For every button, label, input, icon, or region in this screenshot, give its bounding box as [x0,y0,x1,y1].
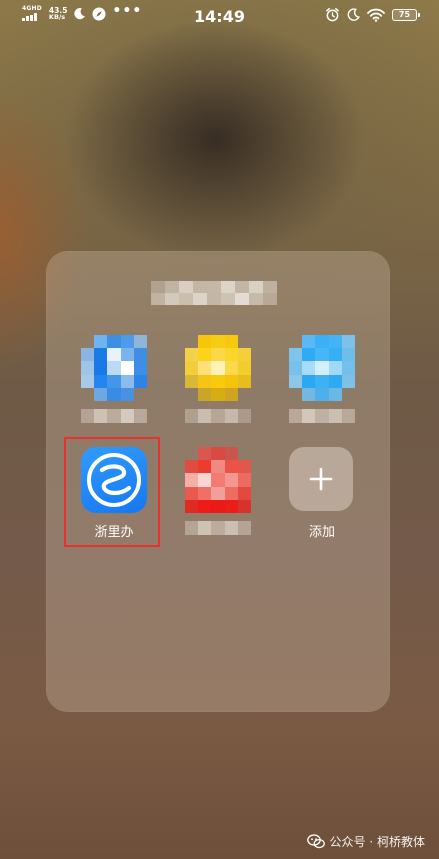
app-label-blurred-1 [81,409,148,423]
app-blurred-5[interactable] [170,447,266,535]
watermark-text: 公众号 · 柯桥教体 [329,835,425,849]
moon-icon [347,8,360,21]
alarm-icon [326,7,339,22]
app-blurred-2[interactable] [170,335,266,423]
app-icon-blurred-5 [185,447,251,513]
app-icon-add [289,447,355,513]
app-label-blurred-3 [289,409,356,423]
app-label-add: 添加 [308,525,335,540]
status-right: 75 [325,7,420,22]
battery-icon: 75 [392,8,420,21]
app-label-blurred-2 [185,409,252,423]
app-icon-blurred-3 [289,335,355,401]
app-icon-blurred-1 [81,335,147,401]
app-blurred-3[interactable] [274,335,370,423]
app-blurred-1[interactable] [66,335,162,423]
wechat-icon [306,834,325,849]
wifi-icon [367,8,385,22]
battery-level: 75 [398,10,411,19]
status-bar: 4GHD 43.5 KB/s ••• 14:49 75 [0,0,439,34]
watermark: 公众号 · 柯桥教体 [306,833,425,850]
highlight-box [64,437,160,547]
app-add[interactable]: 添加 [274,447,370,540]
plus-icon [309,467,333,491]
folder-title-blurred[interactable] [151,281,285,305]
app-icon-blurred-2 [185,335,251,401]
app-label-blurred-5 [185,521,252,535]
